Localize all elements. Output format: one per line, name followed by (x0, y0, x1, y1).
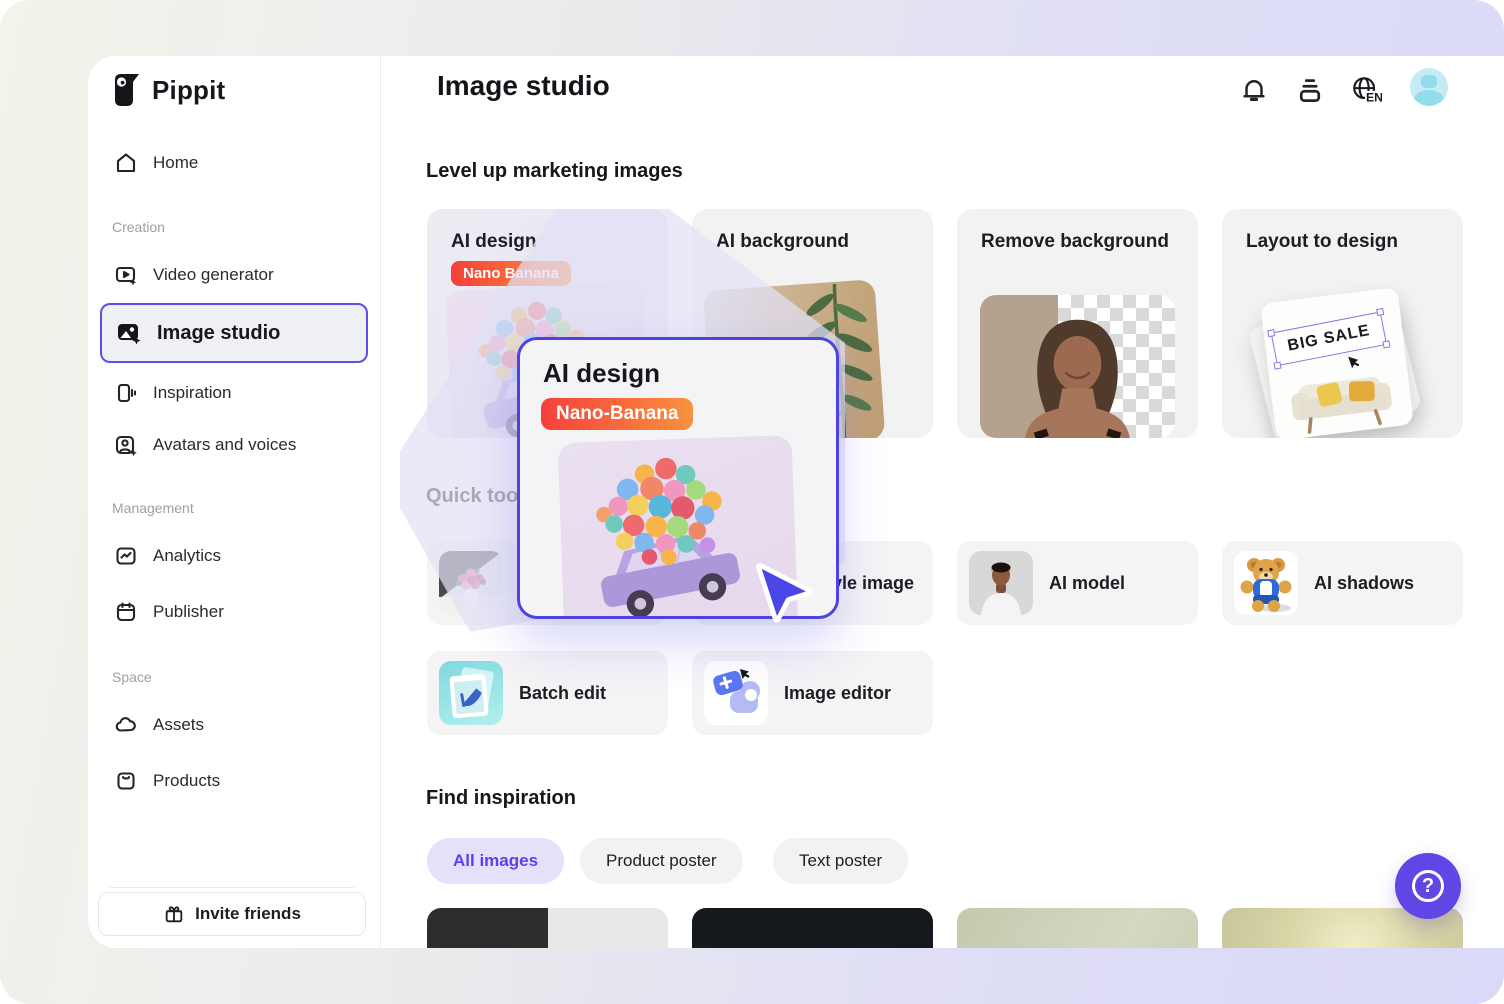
sofa-art (1273, 359, 1410, 438)
sidebar-item-avatars-and-voices[interactable]: Avatars and voices (100, 423, 368, 467)
hero-card-layout-to-design[interactable]: BIG SALE (1222, 209, 1463, 438)
sidebar-item-label: Video generator (153, 265, 274, 285)
inspiration-thumbnail-2[interactable] (692, 908, 933, 948)
pippit-logo-icon (112, 72, 142, 108)
quick-tool-batch-edit[interactable]: Batch edit (427, 651, 668, 735)
language-button[interactable]: EN (1350, 74, 1382, 106)
ai-shadows-thumbnail (1234, 551, 1298, 615)
logo-text: Pippit (152, 75, 225, 106)
avatar-body (1414, 90, 1444, 106)
popup-title: AI design (543, 358, 660, 389)
quick-tool-image-editor[interactable]: Image editor (692, 651, 933, 735)
analytics-icon (114, 544, 138, 568)
sidebar-item-video-generator[interactable]: Video generator (100, 253, 368, 297)
filter-chip-label: All images (453, 851, 538, 871)
sidebar-item-label: Analytics (153, 546, 221, 566)
balloon-car-art (558, 435, 798, 619)
ai-design-popup[interactable]: AI design Nano-Banana (517, 337, 839, 619)
hero-card-title: Remove background (981, 231, 1169, 253)
notifications-button[interactable] (1238, 74, 1270, 106)
quick-tool-label: AI shadows (1314, 541, 1414, 625)
language-code: EN (1366, 90, 1382, 104)
sidebar-section-space: Space (112, 669, 152, 685)
logo: Pippit (112, 72, 225, 108)
nano-banana-badge: Nano Banana (451, 261, 571, 286)
inspiration-thumbnail-1[interactable] (427, 908, 668, 948)
avatar-head (1421, 75, 1437, 88)
filter-chip-label: Text poster (799, 851, 882, 871)
gift-icon (163, 903, 185, 925)
ai-model-thumbnail (969, 551, 1033, 615)
quick-tool-label: Image editor (784, 651, 891, 735)
image-studio-icon (116, 320, 142, 346)
video-generator-icon (114, 263, 138, 287)
hero-card-title: AI design (451, 231, 537, 253)
section-heading-level-up: Level up marketing images (426, 160, 683, 183)
page-title: Image studio (437, 70, 610, 102)
stack-icon (1295, 75, 1325, 105)
filter-chip-label: Product poster (606, 851, 717, 871)
sidebar-section-management: Management (112, 500, 194, 516)
batch-edit-thumbnail (439, 661, 503, 725)
filter-chip-text-poster[interactable]: Text poster (773, 838, 908, 884)
quick-tool-label: AI model (1049, 541, 1125, 625)
image-editor-thumbnail (704, 661, 768, 725)
sidebar-item-image-studio[interactable]: Image studio (100, 303, 368, 363)
sidebar-divider (110, 887, 354, 888)
big-sale-sticker: BIG SALE (1271, 311, 1387, 366)
sidebar: Pippit Home Creation Video generator (88, 56, 381, 948)
sidebar-item-products[interactable]: Products (100, 759, 368, 803)
sidebar-item-label: Image studio (157, 322, 280, 345)
help-button[interactable]: ? (1395, 853, 1461, 919)
sidebar-item-publisher[interactable]: Publisher (100, 590, 368, 634)
sidebar-item-label: Avatars and voices (153, 435, 296, 455)
user-avatar[interactable] (1410, 68, 1448, 106)
sidebar-item-analytics[interactable]: Analytics (100, 534, 368, 578)
products-icon (114, 769, 138, 793)
sidebar-item-label: Products (153, 771, 220, 791)
section-heading-find-inspiration: Find inspiration (426, 787, 576, 810)
remove-background-thumbnail (980, 295, 1175, 438)
app-window: Pippit Home Creation Video generator (88, 56, 1504, 948)
main-content: Image studio EN (381, 56, 1504, 948)
filter-chip-all-images[interactable]: All images (427, 838, 564, 884)
layout-design-thumbnail: BIG SALE (1260, 287, 1414, 438)
quick-tool-ai-model[interactable]: AI model (957, 541, 1198, 625)
sidebar-item-label: Publisher (153, 602, 224, 622)
popup-thumbnail (558, 435, 799, 619)
home-icon (114, 151, 138, 175)
quick-tool-ai-shadows[interactable]: AI shadows (1222, 541, 1463, 625)
quick-tool-label: Batch edit (519, 651, 606, 735)
woman-art (980, 295, 1175, 438)
filter-chip-product-poster[interactable]: Product poster (580, 838, 743, 884)
avatars-icon (114, 433, 138, 457)
sidebar-item-assets[interactable]: Assets (100, 703, 368, 747)
inspiration-thumbnail-3[interactable] (957, 908, 1198, 948)
sidebar-item-label: Assets (153, 715, 204, 735)
rewards-button[interactable] (1294, 74, 1326, 106)
invite-friends-label: Invite friends (195, 904, 301, 924)
question-mark-icon: ? (1412, 870, 1444, 902)
bell-icon (1239, 75, 1269, 105)
app-screen: Pippit Home Creation Video generator (0, 0, 1504, 1004)
assets-icon (114, 713, 138, 737)
hero-card-title: Layout to design (1246, 231, 1398, 253)
sidebar-item-home[interactable]: Home (100, 141, 368, 185)
sidebar-item-inspiration[interactable]: Inspiration (100, 371, 368, 415)
publisher-icon (114, 600, 138, 624)
hero-card-title: AI background (716, 231, 849, 253)
globe-icon: EN (1350, 74, 1382, 106)
inspiration-icon (114, 381, 138, 405)
sidebar-item-label: Home (153, 153, 198, 173)
hero-card-remove-background[interactable]: Remove background (957, 209, 1198, 438)
invite-friends-button[interactable]: Invite friends (98, 892, 366, 936)
sidebar-section-creation: Creation (112, 219, 165, 235)
sales-poster-thumbnail (439, 551, 503, 615)
sidebar-item-label: Inspiration (153, 383, 231, 403)
popup-nano-banana-badge: Nano-Banana (541, 398, 693, 430)
